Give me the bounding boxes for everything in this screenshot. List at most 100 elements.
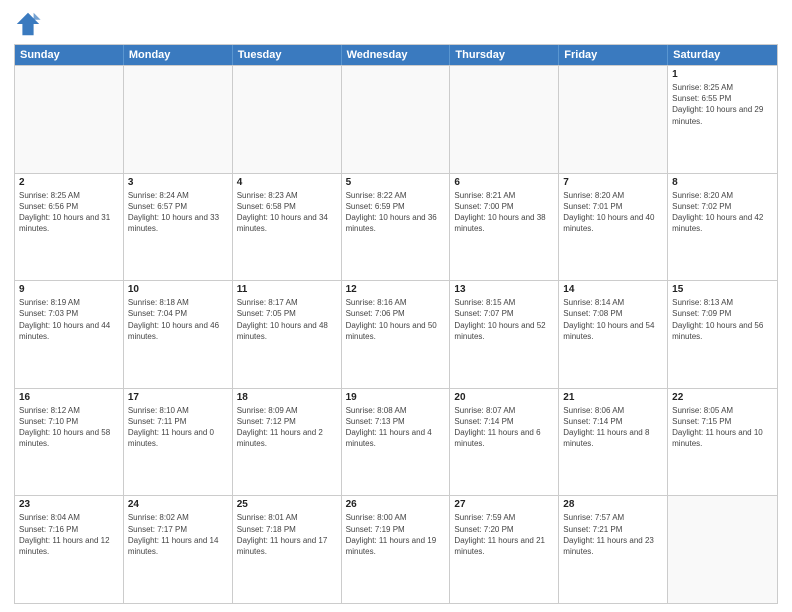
day-info: Sunrise: 8:05 AMSunset: 7:15 PMDaylight:… [672,405,773,450]
calendar: SundayMondayTuesdayWednesdayThursdayFrid… [14,44,778,604]
calendar-day-26: 26Sunrise: 8:00 AMSunset: 7:19 PMDayligh… [342,496,451,603]
calendar-day-17: 17 Sunrise: 8:10 AMSunset: 7:11 PMDayligh… [124,389,233,496]
day-info: Sunrise: 8:23 AMSunset: 6:58 PMDaylight:… [237,190,337,235]
calendar-day-13: 13Sunrise: 8:15 AMSunset: 7:07 PMDayligh… [450,281,559,388]
day-number: 4 [237,177,337,188]
logo [14,10,46,38]
calendar-day-24: 24 Sunrise: 8:02 AMSunset: 7:17 PMDayligh… [124,496,233,603]
day-number: 2 [19,177,119,188]
calendar-week-4: 16 Sunrise: 8:12 AMSunset: 7:10 PMDayligh… [15,388,777,496]
calendar-day-8: 8 Sunrise: 8:20 AMSunset: 7:02 PMDaylight… [668,174,777,281]
header [14,10,778,38]
day-number: 25 [237,499,337,510]
weekday-header-saturday: Saturday [668,45,777,65]
calendar-day-4: 4 Sunrise: 8:23 AMSunset: 6:58 PMDaylight… [233,174,342,281]
calendar-day-12: 12 Sunrise: 8:16 AMSunset: 7:06 PMDayligh… [342,281,451,388]
calendar-empty-cell [668,496,777,603]
calendar-day-21: 21 Sunrise: 8:06 AMSunset: 7:14 PMDayligh… [559,389,668,496]
weekday-header-wednesday: Wednesday [342,45,451,65]
day-info: Sunrise: 8:15 AMSunset: 7:07 PMDaylight:… [454,297,554,342]
day-number: 11 [237,284,337,295]
calendar-body: 1Sunrise: 8:25 AMSunset: 6:55 PMDaylight… [15,65,777,603]
day-info: Sunrise: 8:16 AMSunset: 7:06 PMDaylight:… [346,297,446,342]
calendar-day-7: 7 Sunrise: 8:20 AMSunset: 7:01 PMDaylight… [559,174,668,281]
day-number: 7 [563,177,663,188]
day-number: 3 [128,177,228,188]
day-number: 9 [19,284,119,295]
calendar-day-3: 3Sunrise: 8:24 AMSunset: 6:57 PMDaylight… [124,174,233,281]
calendar-day-19: 19Sunrise: 8:08 AMSunset: 7:13 PMDayligh… [342,389,451,496]
weekday-header-friday: Friday [559,45,668,65]
day-number: 8 [672,177,773,188]
day-info: Sunrise: 8:25 AMSunset: 6:56 PMDaylight:… [19,190,119,235]
day-info: Sunrise: 8:09 AMSunset: 7:12 PMDaylight:… [237,405,337,450]
calendar-empty-cell [124,66,233,173]
day-number: 14 [563,284,663,295]
day-info: Sunrise: 7:57 AMSunset: 7:21 PMDaylight:… [563,512,663,557]
weekday-header-monday: Monday [124,45,233,65]
calendar-day-15: 15 Sunrise: 8:13 AMSunset: 7:09 PMDayligh… [668,281,777,388]
calendar-day-5: 5 Sunrise: 8:22 AMSunset: 6:59 PMDaylight… [342,174,451,281]
day-number: 17 [128,392,228,403]
day-info: Sunrise: 8:04 AMSunset: 7:16 PMDaylight:… [19,512,119,557]
day-info: Sunrise: 8:06 AMSunset: 7:14 PMDaylight:… [563,405,663,450]
day-info: Sunrise: 8:18 AMSunset: 7:04 PMDaylight:… [128,297,228,342]
day-number: 16 [19,392,119,403]
day-number: 27 [454,499,554,510]
calendar-day-28: 28 Sunrise: 7:57 AMSunset: 7:21 PMDayligh… [559,496,668,603]
calendar-empty-cell [450,66,559,173]
calendar-empty-cell [559,66,668,173]
calendar-header: SundayMondayTuesdayWednesdayThursdayFrid… [15,45,777,65]
day-info: Sunrise: 8:01 AMSunset: 7:18 PMDaylight:… [237,512,337,557]
day-number: 21 [563,392,663,403]
logo-icon [14,10,42,38]
day-info: Sunrise: 8:17 AMSunset: 7:05 PMDaylight:… [237,297,337,342]
calendar-day-2: 2 Sunrise: 8:25 AMSunset: 6:56 PMDaylight… [15,174,124,281]
calendar-empty-cell [15,66,124,173]
day-number: 20 [454,392,554,403]
day-number: 12 [346,284,446,295]
page: SundayMondayTuesdayWednesdayThursdayFrid… [0,0,792,612]
calendar-week-1: 1Sunrise: 8:25 AMSunset: 6:55 PMDaylight… [15,65,777,173]
calendar-day-25: 25 Sunrise: 8:01 AMSunset: 7:18 PMDayligh… [233,496,342,603]
calendar-day-9: 9 Sunrise: 8:19 AMSunset: 7:03 PMDaylight… [15,281,124,388]
day-number: 28 [563,499,663,510]
calendar-day-11: 11 Sunrise: 8:17 AMSunset: 7:05 PMDayligh… [233,281,342,388]
calendar-day-6: 6 Sunrise: 8:21 AMSunset: 7:00 PMDaylight… [450,174,559,281]
day-info: Sunrise: 8:25 AMSunset: 6:55 PMDaylight:… [672,82,773,127]
day-info: Sunrise: 8:00 AMSunset: 7:19 PMDaylight:… [346,512,446,557]
day-info: Sunrise: 8:07 AMSunset: 7:14 PMDaylight:… [454,405,554,450]
day-number: 10 [128,284,228,295]
calendar-empty-cell [342,66,451,173]
day-info: Sunrise: 8:20 AMSunset: 7:01 PMDaylight:… [563,190,663,235]
calendar-day-27: 27 Sunrise: 7:59 AMSunset: 7:20 PMDayligh… [450,496,559,603]
day-number: 5 [346,177,446,188]
calendar-day-18: 18 Sunrise: 8:09 AMSunset: 7:12 PMDayligh… [233,389,342,496]
day-info: Sunrise: 8:14 AMSunset: 7:08 PMDaylight:… [563,297,663,342]
calendar-day-23: 23Sunrise: 8:04 AMSunset: 7:16 PMDayligh… [15,496,124,603]
calendar-day-22: 22 Sunrise: 8:05 AMSunset: 7:15 PMDayligh… [668,389,777,496]
calendar-day-20: 20 Sunrise: 8:07 AMSunset: 7:14 PMDayligh… [450,389,559,496]
day-info: Sunrise: 8:22 AMSunset: 6:59 PMDaylight:… [346,190,446,235]
day-info: Sunrise: 8:19 AMSunset: 7:03 PMDaylight:… [19,297,119,342]
day-number: 24 [128,499,228,510]
day-number: 18 [237,392,337,403]
day-info: Sunrise: 7:59 AMSunset: 7:20 PMDaylight:… [454,512,554,557]
day-number: 22 [672,392,773,403]
day-info: Sunrise: 8:21 AMSunset: 7:00 PMDaylight:… [454,190,554,235]
day-info: Sunrise: 8:10 AMSunset: 7:11 PMDaylight:… [128,405,228,450]
day-number: 15 [672,284,773,295]
calendar-week-3: 9 Sunrise: 8:19 AMSunset: 7:03 PMDaylight… [15,280,777,388]
calendar-day-1: 1Sunrise: 8:25 AMSunset: 6:55 PMDaylight… [668,66,777,173]
day-info: Sunrise: 8:12 AMSunset: 7:10 PMDaylight:… [19,405,119,450]
calendar-empty-cell [233,66,342,173]
day-info: Sunrise: 8:13 AMSunset: 7:09 PMDaylight:… [672,297,773,342]
day-number: 6 [454,177,554,188]
day-number: 19 [346,392,446,403]
day-info: Sunrise: 8:02 AMSunset: 7:17 PMDaylight:… [128,512,228,557]
weekday-header-sunday: Sunday [15,45,124,65]
weekday-header-thursday: Thursday [450,45,559,65]
day-info: Sunrise: 8:20 AMSunset: 7:02 PMDaylight:… [672,190,773,235]
calendar-week-2: 2 Sunrise: 8:25 AMSunset: 6:56 PMDaylight… [15,173,777,281]
calendar-day-10: 10 Sunrise: 8:18 AMSunset: 7:04 PMDayligh… [124,281,233,388]
